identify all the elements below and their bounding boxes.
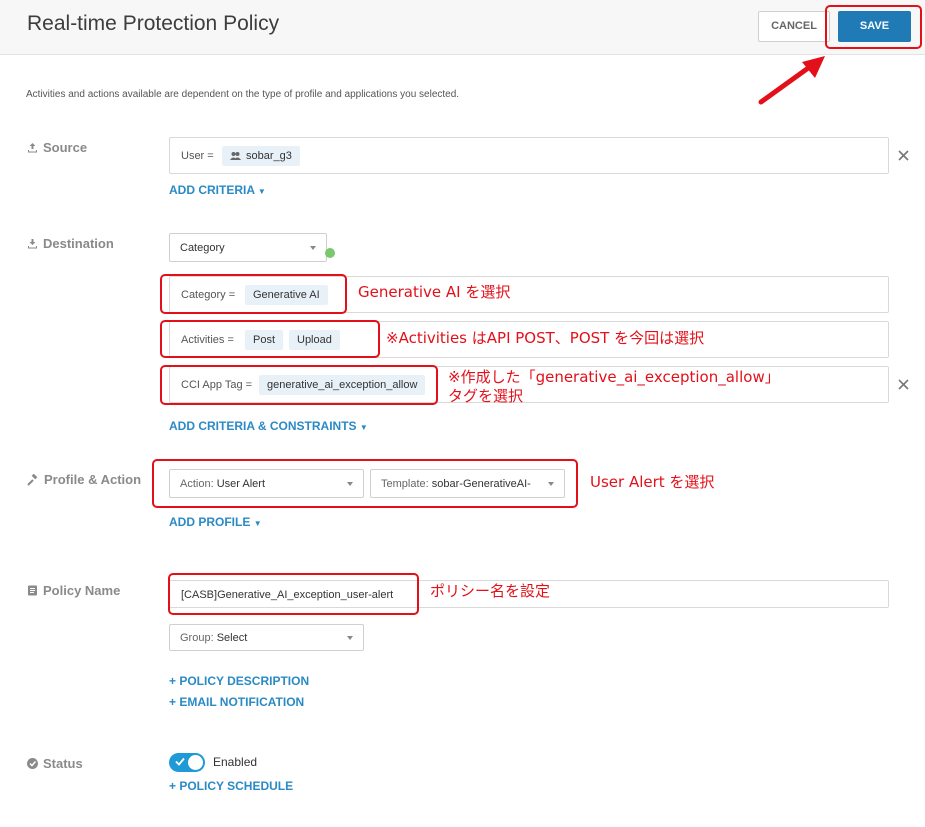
group-select[interactable]: Group: Select [169, 624, 364, 651]
add-criteria-link[interactable]: ADD CRITERIA ▼ [169, 183, 266, 197]
profile-action-label: Profile & Action [44, 472, 142, 487]
policy-name-highlight-box [168, 573, 419, 615]
tag-highlight-box [160, 365, 438, 405]
source-user-value: sobar_g3 [246, 150, 292, 162]
status-toggle[interactable] [169, 753, 205, 772]
user-group-icon [230, 152, 241, 160]
section-label-policy-name: Policy Name [27, 583, 120, 598]
document-icon [28, 585, 37, 596]
close-icon[interactable] [897, 378, 910, 391]
source-user-chip[interactable]: sobar_g3 [222, 146, 300, 166]
section-label-source: Source [27, 140, 87, 155]
gavel-icon [27, 473, 38, 486]
check-icon [175, 757, 185, 766]
section-label-status: Status [27, 756, 83, 771]
chevron-down-icon: ▼ [257, 187, 266, 196]
check-circle-icon [27, 758, 38, 769]
status-value: Enabled [213, 755, 258, 769]
chevron-down-icon [310, 246, 316, 250]
upload-icon [28, 143, 37, 153]
add-criteria-constraints-link[interactable]: ADD CRITERIA & CONSTRAINTS ▼ [169, 419, 368, 433]
category-annotation: Generative AI を選択 [358, 283, 511, 301]
download-icon [28, 239, 37, 249]
policy-description-link[interactable]: + POLICY DESCRIPTION [169, 674, 309, 688]
cancel-button[interactable]: CANCEL [758, 11, 830, 42]
section-label-profile-action: Profile & Action [27, 472, 141, 487]
page-title: Real-time Protection Policy [27, 12, 280, 35]
chevron-down-icon [347, 636, 353, 640]
category-highlight-box [160, 274, 347, 314]
source-criteria-label: User = [181, 150, 214, 162]
action-highlight-box [152, 459, 578, 508]
activities-annotation: ※Activities はAPI POST、POST を今回は選択 [386, 329, 705, 347]
destination-label: Destination [43, 236, 114, 251]
email-notification-link[interactable]: + EMAIL NOTIFICATION [169, 695, 304, 709]
arrow-annotation-icon [758, 56, 825, 105]
policy-schedule-link[interactable]: + POLICY SCHEDULE [169, 779, 293, 793]
action-annotation: User Alert を選択 [590, 473, 715, 491]
chevron-down-icon: ▼ [253, 519, 262, 528]
policy-name-annotation: ポリシー名を設定 [430, 582, 551, 600]
add-profile-link[interactable]: ADD PROFILE ▼ [169, 515, 262, 529]
close-icon[interactable] [897, 149, 910, 162]
tag-annotation-line2: タグを選択 [448, 387, 524, 405]
chevron-down-icon: ▼ [359, 423, 368, 432]
activities-highlight-box [160, 320, 380, 358]
destination-type-select[interactable]: Category [169, 233, 327, 262]
page-subtitle: Activities and actions available are dep… [26, 89, 460, 100]
policy-name-label: Policy Name [43, 583, 121, 598]
status-label: Status [43, 756, 83, 771]
source-label: Source [43, 140, 88, 155]
source-criteria-field[interactable]: User = sobar_g3 [169, 137, 889, 174]
tag-annotation-line1: ※作成した「generative_ai_exception_allow」 [448, 368, 780, 386]
toggle-knob [188, 755, 203, 770]
page-header: Real-time Protection Policy CANCEL SAVE [0, 0, 925, 55]
status-dot-icon [325, 248, 335, 258]
save-highlight-box [825, 5, 922, 49]
section-label-destination: Destination [27, 236, 114, 251]
